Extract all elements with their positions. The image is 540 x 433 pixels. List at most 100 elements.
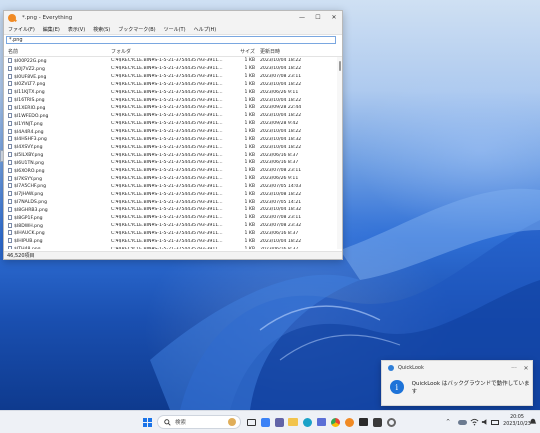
table-row[interactable]: $ITH48.png C:¥$RECYCLE.BIN¥S-1-5-21-37544… [4,245,342,249]
column-name[interactable]: 名前 [4,48,108,55]
column-size[interactable]: サイズ [230,48,258,55]
table-row[interactable]: $I7JHAW.png C:¥$RECYCLE.BIN¥S-1-5-21-3754… [4,190,342,198]
table-row[interactable]: $I1XERIO.png C:¥$RECYCLE.BIN¥S-1-5-21-375… [4,104,342,112]
teams-icon[interactable] [273,416,285,428]
row-name: $I4HSHF3.png [14,137,47,143]
menu-file[interactable]: ファイル(F) [4,26,39,33]
table-row[interactable]: $I4HSHF3.png C:¥$RECYCLE.BIN¥S-1-5-21-375… [4,135,342,143]
taskbar-search-box[interactable]: 検索 [157,415,241,429]
row-size: 1 KB [244,176,255,182]
table-row[interactable]: $I1YINJT.png C:¥$RECYCLE.BIN¥S-1-5-21-375… [4,120,342,128]
table-row[interactable]: $I0UF8VE.png C:¥$RECYCLE.BIN¥S-1-5-21-375… [4,73,342,81]
row-size: 1 KB [244,66,255,72]
store-icon[interactable] [315,416,327,428]
cloud-icon[interactable] [456,416,468,428]
row-folder: C:¥$RECYCLE.BIN¥S-1-5-21-3754435793-3911… [111,74,223,80]
table-row[interactable]: $I4A4R4.png C:¥$RECYCLE.BIN¥S-1-5-21-3754… [4,128,342,136]
row-size: 1 KB [244,74,255,80]
row-date: 2023/06/16 8:37 [260,152,299,158]
scroll-thumb[interactable] [339,61,341,71]
row-size: 1 KB [244,160,255,166]
file-icon [8,112,12,118]
table-row[interactable]: $I11KJTX.png C:¥$RECYCLE.BIN¥S-1-5-21-375… [4,88,342,96]
column-folder[interactable]: フォルダ [108,48,230,55]
row-name-cell: $ITH48.png [4,246,108,249]
row-name: $I6XORO.png [14,168,45,174]
table-row[interactable]: $I7A5CHF.png C:¥$RECYCLE.BIN¥S-1-5-21-375… [4,183,342,191]
table-row[interactable]: $IHAUCK.png C:¥$RECYCLE.BIN¥S-1-5-21-3754… [4,230,342,238]
close-button[interactable]: ✕ [326,11,342,24]
row-name: $I7KSYY.png [14,176,43,182]
table-row[interactable]: $I8DWH.png C:¥$RECYCLE.BIN¥S-1-5-21-37544… [4,222,342,230]
menu-bookmarks[interactable]: ブックマーク(B) [114,26,159,33]
table-row[interactable]: $I8GHRB3.png C:¥$RECYCLE.BIN¥S-1-5-21-375… [4,206,342,214]
row-size: 1 KB [244,191,255,197]
toast-more-button[interactable]: ··· [508,365,520,372]
quicklook-notification[interactable]: QuickLook ··· ✕ i QuickLook はバックグラウンドで動作… [381,360,533,406]
file-icon [8,144,12,150]
row-name: $I7JHAW.png [14,192,44,198]
edge-icon[interactable] [301,416,313,428]
row-name-cell: $I7A5CHF.png [4,183,108,189]
search-input[interactable] [6,36,336,44]
row-date: 2023/10/04 18:32 [260,136,302,142]
menu-search[interactable]: 検索(S) [89,26,114,33]
file-icon [8,230,12,236]
row-name: $I1YINJT.png [14,121,43,127]
maximize-button[interactable]: ☐ [310,11,326,24]
row-name-cell: $I1YINJT.png [4,120,108,127]
table-row[interactable]: $I4XSVY.png C:¥$RECYCLE.BIN¥S-1-5-21-3754… [4,143,342,151]
table-row[interactable]: $I8GP1F.png C:¥$RECYCLE.BIN¥S-1-5-21-3754… [4,214,342,222]
menu-help[interactable]: ヘルプ(H) [190,26,221,33]
column-date[interactable]: 更新日時 [258,48,330,55]
terminal-icon[interactable] [357,416,369,428]
everything-app-icon [8,13,16,22]
start-button[interactable] [141,416,153,428]
table-row[interactable]: $I6U1TN.png C:¥$RECYCLE.BIN¥S-1-5-21-3754… [4,159,342,167]
row-name: $I5ILXBY.png [14,153,44,159]
row-date: 2023/10/04 18:22 [260,97,302,103]
chrome-icon[interactable] [329,416,341,428]
menu-edit[interactable]: 編集(E) [39,26,64,33]
row-name: $I4XSVY.png [14,145,43,151]
file-icon [8,65,12,71]
table-row[interactable]: $I1WFEDO.png C:¥$RECYCLE.BIN¥S-1-5-21-375… [4,112,342,120]
table-row[interactable]: $I7NALDS.png C:¥$RECYCLE.BIN¥S-1-5-21-375… [4,198,342,206]
title-bar[interactable]: *.png - Everything — ☐ ✕ [4,11,342,24]
row-name-cell: $I5ILXBY.png [4,152,108,158]
table-row[interactable]: $I5ILXBY.png C:¥$RECYCLE.BIN¥S-1-5-21-375… [4,151,342,159]
menu-view[interactable]: 表示(V) [64,26,89,33]
file-explorer-icon[interactable] [287,416,299,428]
table-row[interactable]: $I00P22G.png C:¥$RECYCLE.BIN¥S-1-5-21-375… [4,57,342,65]
results-list: $I00P22G.png C:¥$RECYCLE.BIN¥S-1-5-21-375… [4,57,342,249]
column-header: 名前 フォルダ サイズ 更新日時 [4,47,342,57]
everything-taskbar-icon[interactable] [343,416,355,428]
tray-overflow-icon[interactable]: ^ [446,411,450,433]
quicklook-app-icon [388,365,394,371]
file-icon [8,167,12,173]
menu-tools[interactable]: ツール(T) [160,26,190,33]
toast-close-button[interactable]: ✕ [520,365,532,372]
table-row[interactable]: $I16TRIS.png C:¥$RECYCLE.BIN¥S-1-5-21-375… [4,96,342,104]
settings-gear-icon[interactable] [385,416,397,428]
table-row[interactable]: $I6XORO.png C:¥$RECYCLE.BIN¥S-1-5-21-3754… [4,167,342,175]
widgets-icon[interactable] [259,416,271,428]
row-date: 2023/06/26 9:11 [260,176,299,182]
taskview-icon[interactable] [245,416,257,428]
row-name-cell: $I0J7VZ2.png [4,65,108,72]
row-date: 2023/09/28 9:42 [260,121,299,127]
file-icon [8,214,12,220]
row-name-cell: $IHIPUB.png [4,238,108,244]
file-icon [8,191,12,197]
search-row [4,35,342,47]
table-row[interactable]: $I7KSYY.png C:¥$RECYCLE.BIN¥S-1-5-21-3754… [4,175,342,183]
table-row[interactable]: $IHIPUB.png C:¥$RECYCLE.BIN¥S-1-5-21-3754… [4,237,342,245]
row-date: 2023/07/05 14:03 [260,183,302,189]
table-row[interactable]: $I0J7VZ2.png C:¥$RECYCLE.BIN¥S-1-5-21-375… [4,65,342,73]
file-icon [8,159,12,165]
app-icon[interactable] [371,416,383,428]
vertical-scrollbar[interactable] [337,57,342,249]
notification-icon[interactable] [527,416,539,428]
minimize-button[interactable]: — [294,11,310,24]
table-row[interactable]: $I0ZVLT7.png C:¥$RECYCLE.BIN¥S-1-5-21-375… [4,81,342,89]
